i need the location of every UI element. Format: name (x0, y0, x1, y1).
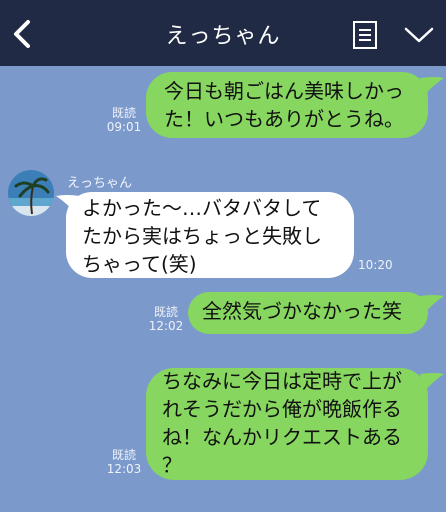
bubble-tail (420, 295, 444, 314)
sent-message-bubble[interactable]: 全然気づかなかった笑 (188, 292, 428, 334)
message-line: よかった〜…バタバタして (82, 196, 322, 220)
message-line: 全然気づかなかった笑 (202, 299, 402, 323)
message-line: 今日も朝ごはん美味しかっ (164, 79, 404, 103)
message-line: たから実はちょっと失敗し (82, 224, 322, 248)
message-time: 12:03 (106, 462, 142, 476)
palm-beach-icon (8, 170, 54, 216)
message-line: た！いつもありがとうね。 (164, 107, 404, 131)
read-receipt: 既読 (111, 448, 136, 462)
contact-avatar[interactable] (8, 170, 54, 216)
message-time: 12:02 (148, 319, 184, 333)
chevron-down-icon[interactable] (404, 26, 434, 44)
read-receipt: 既読 (111, 106, 136, 120)
message-meta: 既読 12:02 (146, 305, 186, 333)
sent-message-bubble[interactable]: ちなみに今日は定時で上が れそうだから俺が晩飯作る ね！なんかリクエストある ？ (146, 368, 428, 480)
message-line: れそうだから俺が晩飯作る (162, 397, 402, 421)
bubble-tail (420, 373, 444, 392)
sent-message-bubble[interactable]: 今日も朝ごはん美味しかっ た！いつもありがとうね。 (146, 72, 428, 138)
message-meta: 既読 12:03 (104, 448, 144, 476)
message-line: ？ (162, 453, 182, 477)
message-time: 10:20 (358, 258, 393, 272)
message-line: ちゃって(笑) (82, 252, 197, 276)
message-line: ちなみに今日は定時で上が (162, 369, 402, 393)
chat-title: えっちゃん (165, 24, 281, 49)
chat-header: えっちゃん (0, 0, 446, 66)
bubble-tail (420, 77, 444, 96)
note-list-icon[interactable] (352, 20, 378, 50)
received-message-bubble[interactable]: よかった〜…バタバタして たから実はちょっと失敗し ちゃって(笑) (66, 192, 354, 278)
read-receipt: 既読 (153, 305, 178, 319)
message-line: ね！なんかリクエストある (162, 425, 402, 449)
sender-name: えっちゃん (67, 176, 133, 191)
message-time: 09:01 (106, 120, 142, 134)
message-meta: 既読 09:01 (104, 106, 144, 134)
